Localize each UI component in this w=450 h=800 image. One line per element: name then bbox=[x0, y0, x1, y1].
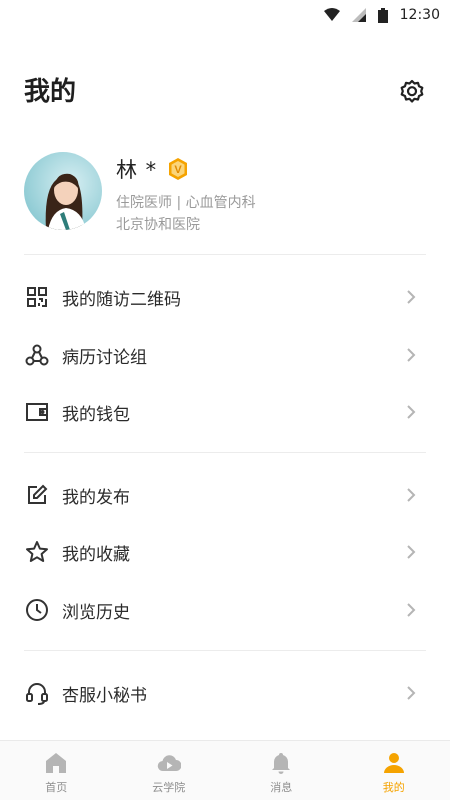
verified-badge-icon: V bbox=[169, 158, 188, 180]
profile-name-row: 林 * V bbox=[116, 154, 189, 184]
avatar[interactable] bbox=[24, 152, 102, 230]
chevron-right-icon bbox=[407, 348, 416, 362]
profile-name: 林 * bbox=[116, 158, 158, 182]
menu-item-favorites[interactable]: 我的收藏 bbox=[24, 527, 426, 577]
tab-label: 我的 bbox=[382, 781, 405, 794]
chevron-right-icon bbox=[407, 488, 416, 502]
menu-item-label: 我的随访二维码 bbox=[62, 289, 181, 310]
tab-label: 首页 bbox=[45, 781, 68, 794]
chevron-right-icon bbox=[407, 405, 416, 419]
settings-gear-icon[interactable] bbox=[398, 78, 426, 106]
page-header: 我的 bbox=[24, 72, 426, 112]
tab-mine[interactable]: 我的 bbox=[338, 741, 450, 800]
profile-card[interactable]: 林 * V 住院医师 | 心血管内科 北京协和医院 bbox=[24, 152, 426, 233]
divider bbox=[24, 650, 426, 651]
status-icons: 12:30 bbox=[323, 7, 440, 23]
clock-icon bbox=[24, 597, 50, 623]
status-time: 12:30 bbox=[399, 7, 440, 23]
home-icon bbox=[46, 753, 67, 773]
svg-text:V: V bbox=[175, 164, 183, 176]
person-icon bbox=[383, 753, 404, 773]
profile-title: 住院医师 | 心血管内科 bbox=[116, 195, 256, 211]
divider bbox=[24, 254, 426, 255]
bottom-tab-bar: 首页 云学院 消息 我的 bbox=[0, 740, 450, 800]
tab-messages[interactable]: 消息 bbox=[225, 741, 338, 800]
profile-hospital: 北京协和医院 bbox=[116, 217, 200, 233]
edit-icon bbox=[24, 482, 50, 508]
menu-item-label: 我的收藏 bbox=[62, 544, 130, 565]
menu-item-label: 浏览历史 bbox=[62, 602, 130, 623]
chevron-right-icon bbox=[407, 603, 416, 617]
tab-cloud-academy[interactable]: 云学院 bbox=[113, 741, 226, 800]
cellular-signal-icon bbox=[351, 8, 366, 22]
menu-item-case-discussion[interactable]: 病历讨论组 bbox=[24, 330, 426, 380]
menu-item-my-posts[interactable]: 我的发布 bbox=[24, 470, 426, 520]
menu-item-label: 我的发布 bbox=[62, 487, 130, 508]
cloud-play-icon bbox=[157, 755, 181, 772]
headset-icon bbox=[24, 680, 50, 706]
menu-item-followup-qr[interactable]: 我的随访二维码 bbox=[24, 272, 426, 322]
chevron-right-icon bbox=[407, 686, 416, 700]
wallet-icon bbox=[24, 399, 50, 425]
divider bbox=[24, 452, 426, 453]
group-nodes-icon bbox=[24, 342, 50, 368]
bell-icon bbox=[272, 753, 291, 774]
menu-item-label: 我的钱包 bbox=[62, 404, 130, 425]
star-icon bbox=[24, 539, 50, 565]
menu-item-label: 病历讨论组 bbox=[62, 347, 147, 368]
avatar-image bbox=[24, 152, 102, 230]
wifi-icon bbox=[323, 8, 340, 21]
page-title: 我的 bbox=[24, 77, 77, 107]
menu-item-label: 杏服小秘书 bbox=[62, 685, 147, 706]
menu-item-wallet[interactable]: 我的钱包 bbox=[24, 387, 426, 437]
chevron-right-icon bbox=[407, 545, 416, 559]
chevron-right-icon bbox=[407, 290, 416, 304]
tab-label: 云学院 bbox=[152, 781, 186, 794]
qr-code-icon bbox=[24, 284, 50, 310]
status-bar: 12:30 bbox=[0, 0, 450, 34]
battery-icon bbox=[377, 7, 388, 23]
menu-item-assistant[interactable]: 杏服小秘书 bbox=[24, 668, 426, 718]
tab-home[interactable]: 首页 bbox=[0, 741, 113, 800]
tab-label: 消息 bbox=[270, 781, 293, 794]
menu-item-history[interactable]: 浏览历史 bbox=[24, 585, 426, 635]
